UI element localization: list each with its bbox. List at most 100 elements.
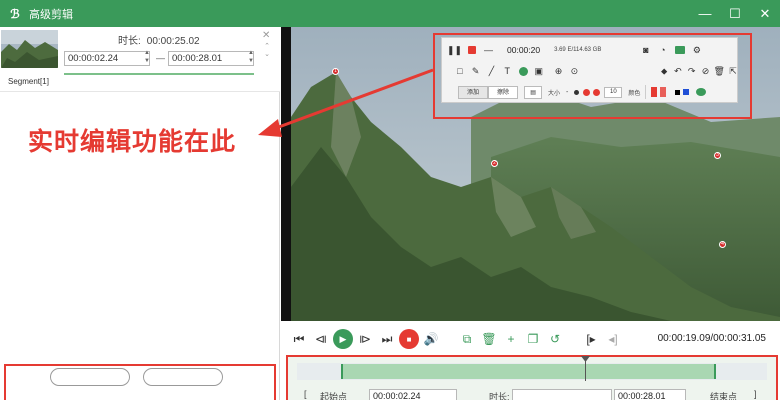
drawing-toolbar: ❚❚ — 00:00:20 3.69 E/114.63 GB ◙ ◔ ⚙ □ ✎… <box>441 37 738 103</box>
stop-button[interactable]: ■ <box>399 329 419 349</box>
line-tool-icon[interactable]: ╱ <box>486 65 498 78</box>
redo-icon[interactable]: ↷ <box>686 65 698 78</box>
selected-clip-range[interactable] <box>341 364 716 379</box>
split-icon[interactable]: ⧉ <box>457 329 477 349</box>
set-start-point-icon[interactable]: [▸ <box>581 329 601 349</box>
previous-frame-icon[interactable]: ⧏ <box>311 329 331 349</box>
playhead[interactable] <box>585 357 586 381</box>
shape-select-icon[interactable]: ▤ <box>524 85 543 99</box>
size-label: 大小 <box>548 90 561 97</box>
start-bracket-icon: [ <box>304 389 307 399</box>
toolbar-row-3: 添加 擦除 ▤ 大小 - 10 颜色 <box>442 81 739 103</box>
camera-icon[interactable]: ◙ <box>639 44 652 57</box>
zoom-tool-icon[interactable]: ⊕ <box>553 65 565 78</box>
range-separator: — <box>156 53 165 63</box>
clear-icon[interactable]: ⊘ <box>700 65 712 78</box>
image-tool-icon[interactable]: ▣ <box>533 65 545 78</box>
toolbar-time: 00:00:20 <box>507 45 541 55</box>
left-action-button[interactable] <box>50 368 130 386</box>
end-point-label[interactable]: 结束点 <box>710 390 737 400</box>
timer-icon[interactable]: ◔ <box>656 44 669 57</box>
segment-end-field[interactable]: 00:00:28.01 <box>168 51 254 66</box>
color-label: 颜色 <box>628 90 641 97</box>
expand-icon[interactable]: ⇱ <box>727 65 739 78</box>
add-segment-icon[interactable]: + <box>501 329 521 349</box>
start-stepper-icon[interactable]: ▲ ▼ <box>143 49 151 67</box>
marker-1[interactable]: 1 <box>332 68 339 75</box>
minimize-toolbar-icon[interactable]: — <box>482 44 495 57</box>
marker-2[interactable]: 2 <box>491 160 498 167</box>
next-frame-icon[interactable]: ⧐ <box>355 329 375 349</box>
annotation-callout: 实时编辑功能在此 <box>28 127 237 156</box>
start-point-label[interactable]: 起始点 <box>320 390 347 400</box>
marker-3[interactable]: 3 <box>714 152 721 159</box>
segment-thumbnail[interactable] <box>1 30 58 68</box>
dot-small-icon[interactable] <box>574 89 580 95</box>
dot-red-icon[interactable] <box>583 88 591 96</box>
spotlight-tool-icon[interactable]: ⊙ <box>568 65 580 78</box>
timeline-duration-field[interactable] <box>512 389 612 400</box>
reorder-arrows-icon[interactable]: ⌃ ⌄ <box>262 43 272 59</box>
record-stop-icon[interactable] <box>465 44 478 57</box>
size-input[interactable]: 10 <box>604 86 623 98</box>
number-tool-icon[interactable] <box>517 65 529 78</box>
toolbar-separator <box>645 85 647 99</box>
duration-label: 时长: <box>118 36 141 47</box>
delete-icon[interactable]: 🗑 <box>713 65 725 78</box>
card-divider <box>0 91 280 92</box>
bottom-buttons-highlight <box>4 364 276 400</box>
toolbox-icon[interactable] <box>673 44 686 57</box>
maximize-button[interactable]: ☐ <box>720 0 750 27</box>
minimize-button[interactable]: — <box>690 0 720 27</box>
segment-start-field[interactable]: 00:00:02.24 <box>64 51 150 66</box>
delete-segment-icon[interactable]: ✕ <box>262 30 270 41</box>
timeline-end-field[interactable]: 00:00:28.01 <box>614 389 686 400</box>
segment-duration: 时长: 00:00:25.02 <box>118 32 206 47</box>
color-swatch-blue[interactable] <box>683 89 690 95</box>
title-bar: ℬ 高级剪辑 — ☐ ✕ <box>0 0 780 27</box>
reset-icon[interactable]: ↺ <box>545 329 565 349</box>
range-editor: [ 起始点 00:00:02.24 时长: 00:00:28.01 结束点 ] <box>292 387 774 400</box>
go-to-end-icon[interactable]: ⏭ <box>377 329 397 349</box>
timeline-start-field[interactable]: 00:00:02.24 <box>369 389 457 400</box>
player-controls: ⏮ ⧏ ▶ ⧐ ⏭ ■ 🔊 ⧉ 🗑 + ❐ ↺ [▸ ◂] 00:00:19.0… <box>281 322 780 356</box>
rectangle-tool-icon[interactable]: □ <box>454 65 466 78</box>
play-button[interactable]: ▶ <box>333 329 353 349</box>
segment-label: Segment[1] <box>8 77 49 86</box>
pause-icon[interactable]: ❚❚ <box>447 44 462 57</box>
settings-gear-icon[interactable]: ⚙ <box>690 44 703 57</box>
right-action-button[interactable] <box>143 368 223 386</box>
delete-segment-button[interactable]: 🗑 <box>479 329 499 349</box>
advanced-edit-window: ℬ 高级剪辑 — ☐ ✕ 时长: 00:00:25.02 00:00:02.24 … <box>0 0 780 400</box>
eraser-icon[interactable]: ⬥ <box>658 65 670 78</box>
timeline-duration-label: 时长: <box>489 392 510 400</box>
window-controls: — ☐ ✕ <box>690 0 780 27</box>
go-to-start-icon[interactable]: ⏮ <box>289 329 309 349</box>
text-tool-icon[interactable]: T <box>501 65 513 78</box>
dash-icon: - <box>566 88 569 96</box>
close-button[interactable]: ✕ <box>750 0 780 27</box>
segment-card[interactable]: 时长: 00:00:25.02 00:00:02.24 ▲ ▼ — 00:00:28… <box>0 27 280 92</box>
duration-value: 00:00:25.02 <box>146 36 200 47</box>
color-swatch-red[interactable] <box>651 87 658 97</box>
copy-icon[interactable]: ❐ <box>523 329 543 349</box>
color-picker-icon[interactable] <box>694 86 707 99</box>
window-title: 高级剪辑 <box>29 8 73 21</box>
undo-icon[interactable]: ↶ <box>672 65 684 78</box>
end-stepper-icon[interactable]: ▲ ▼ <box>247 49 255 67</box>
dot-red-large-icon[interactable] <box>593 88 601 96</box>
tab-erase[interactable]: 擦除 <box>488 85 519 99</box>
playback-time-readout: 00:00:19.09/00:00:31.05 <box>657 333 766 344</box>
end-bracket-icon: ] <box>754 389 757 399</box>
toolbar-size: 3.69 E/114.63 GB <box>554 47 602 53</box>
marker-4[interactable]: 4 <box>719 241 726 248</box>
pen-tool-icon[interactable]: ✎ <box>470 65 482 78</box>
color-swatch-red-2[interactable] <box>660 87 667 97</box>
volume-icon[interactable]: 🔊 <box>421 329 441 349</box>
app-logo-icon: ℬ <box>10 6 20 21</box>
color-swatch-black[interactable] <box>675 89 681 95</box>
segment-list-panel: 时长: 00:00:25.02 00:00:02.24 ▲ ▼ — 00:00:28… <box>0 27 280 400</box>
tab-add[interactable]: 添加 <box>458 85 489 99</box>
toolbar-row-1: ❚❚ — 00:00:20 3.69 E/114.63 GB ◙ ◔ ⚙ <box>442 39 739 61</box>
set-end-point-icon[interactable]: ◂] <box>603 329 623 349</box>
